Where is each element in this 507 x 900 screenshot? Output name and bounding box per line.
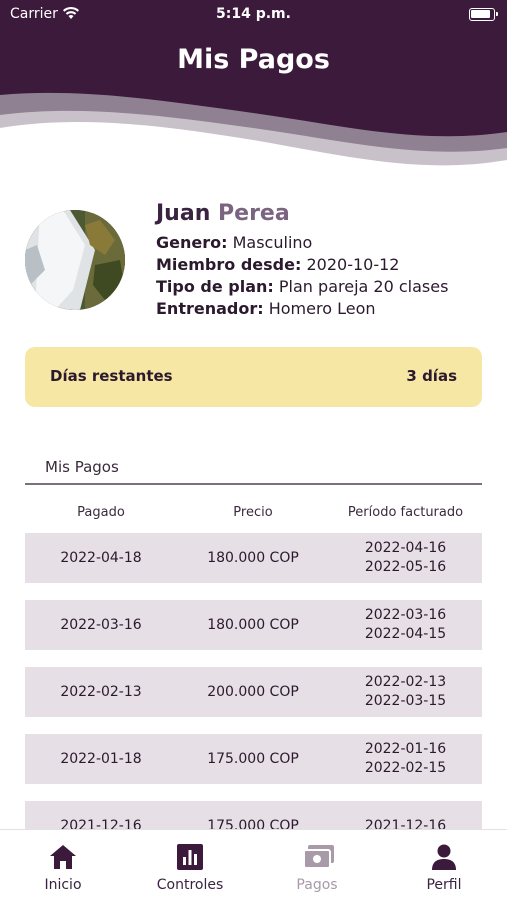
avatar (25, 210, 125, 310)
period-start: 2021-12-16 (364, 817, 447, 830)
paid-date: 2021-12-16 (60, 817, 142, 830)
paid-date: 2022-04-18 (60, 549, 142, 566)
page-title: Mis Pagos (177, 44, 330, 75)
tab-label: Perfil (426, 877, 462, 893)
period-start: 2022-04-16 (364, 540, 447, 556)
waterfall-photo (25, 210, 125, 310)
payment-row: 2022-01-18 175.000 COP 2022-01-16 2022-0… (25, 734, 482, 784)
gender-value: Masculino (232, 233, 313, 252)
home-icon (50, 845, 76, 869)
tab-label: Controles (156, 877, 224, 893)
remaining-days-card: Días restantes 3 días (25, 347, 482, 407)
payments-list[interactable]: 2022-04-18 180.000 COP 2022-04-16 2022-0… (25, 533, 482, 829)
paid-date: 2022-02-13 (60, 683, 142, 700)
member-since-row: Miembro desde: 2020-10-12 (156, 254, 496, 276)
last-name: Perea (218, 201, 290, 226)
period-start: 2022-02-13 (364, 674, 447, 690)
trainer-label: Entrenador: (156, 299, 264, 318)
plan-label: Tipo de plan: (156, 277, 274, 296)
tab-pagos[interactable]: Pagos (254, 830, 380, 900)
payments-table-header: Pagado Precio Período facturado (25, 505, 482, 525)
price: 175.000 COP (207, 817, 299, 830)
chart-icon (177, 844, 203, 870)
user-name: Juan Perea (156, 200, 496, 228)
column-header-price: Precio (233, 505, 273, 520)
header-wave-background (0, 0, 507, 166)
person-icon (432, 844, 456, 870)
period-end: 2022-03-15 (364, 693, 447, 709)
clock: 5:14 p.m. (216, 6, 291, 22)
payment-row: 2022-03-16 180.000 COP 2022-03-16 2022-0… (25, 600, 482, 650)
tab-inicio[interactable]: Inicio (0, 830, 126, 900)
period-start: 2022-01-16 (364, 741, 447, 757)
payment-row: 2021-12-16 175.000 COP 2021-12-16 (25, 801, 482, 829)
trainer-row: Entrenador: Homero Leon (156, 298, 496, 320)
tab-label: Inicio (44, 877, 82, 893)
paid-date: 2022-01-18 (60, 750, 142, 767)
header: Carrier 5:14 p.m. Mis Pagos (0, 0, 507, 170)
plan-row: Tipo de plan: Plan pareja 20 clases (156, 276, 496, 298)
tab-bar: Inicio Controles Pagos Perfil (0, 829, 507, 900)
price: 175.000 COP (207, 750, 299, 767)
remaining-days-label: Días restantes (50, 367, 173, 385)
tab-perfil[interactable]: Perfil (381, 830, 507, 900)
price: 200.000 COP (207, 683, 299, 700)
tab-controles[interactable]: Controles (127, 830, 253, 900)
period-end: 2022-05-16 (364, 559, 447, 575)
plan-value: Plan pareja 20 clases (278, 277, 449, 296)
payments-section-title: Mis Pagos (45, 458, 119, 476)
gender-row: Genero: Masculino (156, 232, 496, 254)
profile-info: Juan Perea Genero: Masculino Miembro des… (156, 200, 496, 320)
battery-icon (469, 8, 498, 21)
member-since-label: Miembro desde: (156, 255, 302, 274)
remaining-days-value: 3 días (406, 367, 457, 385)
status-bar: Carrier 5:14 p.m. (0, 6, 507, 24)
price: 180.000 COP (207, 549, 299, 566)
tab-label: Pagos (296, 877, 338, 893)
money-icon (303, 845, 334, 869)
payment-row: 2022-02-13 200.000 COP 2022-02-13 2022-0… (25, 667, 482, 717)
column-header-period: Período facturado (347, 505, 464, 520)
paid-date: 2022-03-16 (60, 616, 142, 633)
period-start: 2022-03-16 (364, 607, 447, 623)
price: 180.000 COP (207, 616, 299, 633)
trainer-value: Homero Leon (268, 299, 376, 318)
section-divider (25, 483, 482, 485)
period-end: 2022-04-15 (364, 626, 447, 642)
gender-label: Genero: (156, 233, 228, 252)
first-name: Juan (156, 201, 211, 226)
payment-row: 2022-04-18 180.000 COP 2022-04-16 2022-0… (25, 533, 482, 583)
member-since-value: 2020-10-12 (306, 255, 400, 274)
column-header-paid: Pagado (77, 505, 125, 520)
period-end: 2022-02-15 (364, 760, 447, 776)
